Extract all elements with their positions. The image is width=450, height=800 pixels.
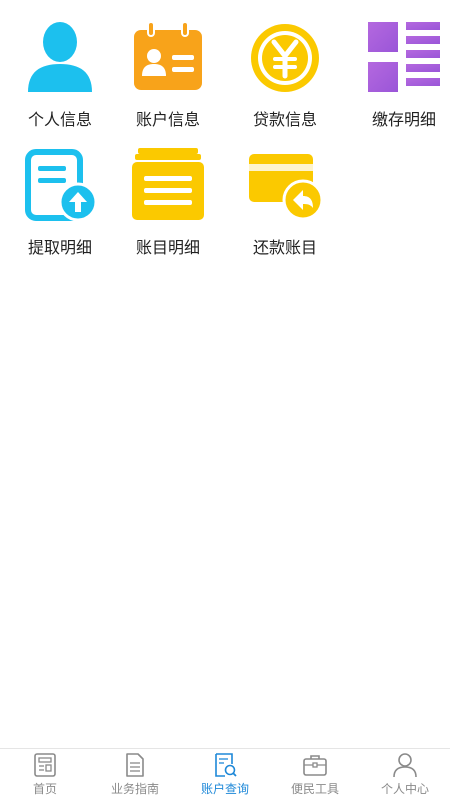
menu-item-ledger-details[interactable]: 账目明细 [112, 132, 224, 257]
tab-business-guide[interactable]: 业务指南 [90, 752, 180, 797]
menu-item-withdrawal-details[interactable]: 提取明细 [4, 132, 116, 257]
tab-label: 便民工具 [290, 782, 339, 796]
menu-item-label: 缴存明细 [371, 110, 436, 129]
menu-item-label: 还款账目 [252, 238, 317, 257]
menu-item-repayment-ledger[interactable]: 还款账目 [229, 132, 341, 257]
tab-personal-center[interactable]: 个人中心 [360, 752, 450, 797]
document-icon [126, 753, 144, 777]
id-card-icon [130, 20, 206, 96]
search-document-icon [215, 753, 237, 777]
menu-item-loan-info[interactable]: 贷款信息 [229, 4, 341, 129]
tab-label: 首页 [32, 782, 57, 796]
person-icon [22, 20, 98, 96]
grid-list-icon [366, 20, 442, 96]
yen-coin-icon [247, 20, 323, 96]
document-upload-icon [22, 148, 98, 224]
tab-label: 业务指南 [110, 782, 159, 796]
menu-item-deposit-details[interactable]: 缴存明细 [348, 4, 450, 129]
menu-item-label: 贷款信息 [252, 110, 317, 129]
bottom-tab-bar: 首页 业务指南 账户查询 便民工具 个人中心 [0, 748, 450, 800]
user-icon [393, 753, 417, 778]
menu-item-label: 账户信息 [135, 110, 200, 129]
tab-convenience-tools[interactable]: 便民工具 [270, 752, 360, 797]
menu-item-personal-info[interactable]: 个人信息 [4, 4, 116, 129]
menu-item-label: 个人信息 [27, 110, 92, 129]
ledger-icon [130, 148, 206, 224]
menu-item-label: 账目明细 [135, 238, 200, 257]
tab-label: 账户查询 [200, 782, 249, 796]
card-return-icon [247, 148, 324, 224]
newspaper-icon [34, 753, 56, 777]
menu-item-account-info[interactable]: 账户信息 [112, 4, 224, 129]
tab-home[interactable]: 首页 [0, 752, 90, 797]
tab-account-query[interactable]: 账户查询 [180, 752, 270, 797]
tab-label: 个人中心 [380, 782, 429, 796]
menu-item-label: 提取明细 [27, 238, 92, 257]
briefcase-icon [303, 755, 327, 776]
